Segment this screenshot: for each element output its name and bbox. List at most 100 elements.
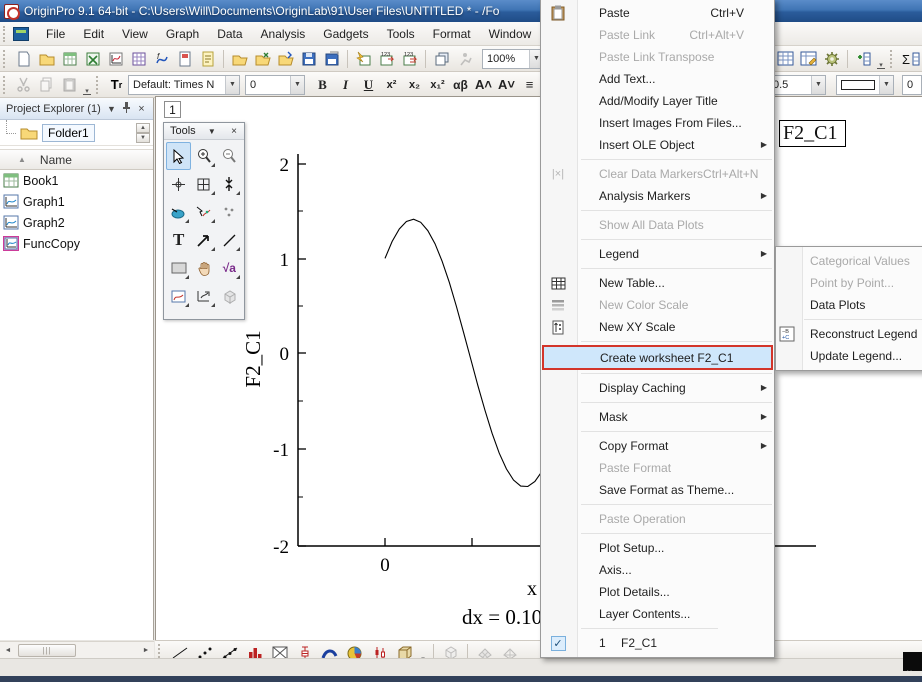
bold-button[interactable]: B — [311, 74, 334, 96]
menu-item-insert-ole-object[interactable]: Insert OLE Object▶ — [541, 134, 774, 156]
text-tool[interactable]: T — [166, 226, 191, 254]
add-column-button[interactable] — [852, 48, 875, 70]
arrow-tool[interactable] — [191, 226, 216, 254]
import-ascii-button[interactable]: 123 — [375, 48, 398, 70]
data-selector-tool[interactable] — [217, 170, 242, 198]
function-curve[interactable] — [385, 219, 542, 486]
list-column-header[interactable]: ▲ Name — [0, 149, 153, 170]
open-excel-button[interactable] — [251, 48, 274, 70]
menu-data[interactable]: Data — [208, 24, 251, 44]
list-item-book1[interactable]: Book1 — [0, 170, 153, 191]
folder-name[interactable]: Folder1 — [42, 124, 95, 142]
menu-item-paste-operation[interactable]: Paste Operation — [541, 508, 774, 530]
zoom-in-tool[interactable] — [191, 142, 216, 170]
menu-item-mask[interactable]: Mask▶ — [541, 406, 774, 428]
toolbar-overflow-button[interactable]: ▾ — [81, 75, 93, 95]
offset-combobox[interactable]: 0.5 ▼ — [768, 75, 826, 95]
layer-1-badge[interactable]: 1 — [164, 101, 181, 118]
tools-palette-titlebar[interactable]: Tools ▼ × — [164, 123, 244, 140]
menu-item-save-format-as-theme[interactable]: Save Format as Theme... — [541, 479, 774, 501]
import-wizard-button[interactable] — [352, 48, 375, 70]
copy-button[interactable] — [35, 74, 58, 96]
rectangle-tool[interactable] — [166, 254, 191, 282]
menu-item-new-color-scale[interactable]: New Color Scale — [541, 294, 774, 316]
menu-tools[interactable]: Tools — [378, 24, 424, 44]
menu-item-paste[interactable]: PasteCtrl+V — [541, 2, 774, 24]
list-item-funccopy[interactable]: FuncCopy — [0, 233, 153, 254]
menu-item-insert-images[interactable]: Insert Images From Files... — [541, 112, 774, 134]
menu-format[interactable]: Format — [424, 24, 480, 44]
pin-icon[interactable] — [119, 102, 134, 115]
increase-font-button[interactable]: A˄ — [472, 74, 495, 96]
new-excel-button[interactable] — [81, 48, 104, 70]
font-combobox[interactable]: Default: Times N ▼ — [128, 75, 240, 95]
submenu-item-reconstruct-legend[interactable]: −B+C Reconstruct Legend — [776, 323, 922, 345]
greek-button[interactable]: αβ — [449, 74, 472, 96]
run-script-button[interactable] — [453, 48, 476, 70]
worksheet-properties-button[interactable] — [797, 48, 820, 70]
zoom-combobox[interactable]: 100% ▼ — [482, 49, 544, 69]
horizontal-scrollbar[interactable]: ◄ ||| ► — [0, 641, 154, 658]
new-project-button[interactable] — [12, 48, 35, 70]
chevron-down-icon[interactable]: ▼ — [879, 76, 893, 94]
chevron-down-icon[interactable]: ▼ — [811, 76, 825, 94]
close-icon[interactable]: × — [228, 126, 240, 137]
open-folder-button[interactable] — [35, 48, 58, 70]
panel-menu-icon[interactable]: ▼ — [104, 104, 119, 114]
chevron-down-icon[interactable]: ▼ — [225, 76, 239, 94]
mask-range-tool[interactable] — [166, 198, 191, 226]
zoom-out-tool[interactable] — [217, 142, 242, 170]
supersubscript-button[interactable]: x₁² — [426, 74, 449, 96]
menu-item-show-all-data-plots[interactable]: Show All Data Plots — [541, 214, 774, 236]
list-item-graph2[interactable]: Graph2 — [0, 212, 153, 233]
unmask-points-tool[interactable] — [217, 198, 242, 226]
menu-item-paste-link[interactable]: Paste LinkCtrl+Alt+V — [541, 24, 774, 46]
worksheet-view-button[interactable] — [774, 48, 797, 70]
menu-item-add-modify-layer-title[interactable]: Add/Modify Layer Title — [541, 90, 774, 112]
menu-item-axis[interactable]: Axis... — [541, 559, 774, 581]
rescale-tool[interactable] — [191, 282, 216, 310]
menu-item-layer-contents[interactable]: Layer Contents... — [541, 603, 774, 625]
menu-item-copy-format[interactable]: Copy Format▶ — [541, 435, 774, 457]
new-layout-button[interactable] — [173, 48, 196, 70]
font-size-combobox[interactable]: 0 ▼ — [245, 75, 305, 95]
submenu-item-categorical-values[interactable]: Categorical Values — [776, 250, 922, 272]
scroll-right-icon[interactable]: ► — [138, 643, 154, 658]
menu-item-new-xy-scale[interactable]: New XY Scale — [541, 316, 774, 338]
menu-file[interactable]: File — [37, 24, 74, 44]
rotate-3d-tool[interactable] — [217, 282, 242, 310]
menu-item-plot-f2c1[interactable]: ✓ 1 F2_C1 — [541, 632, 774, 654]
legend-box[interactable]: F2_C1 — [779, 120, 846, 147]
duplicate-window-button[interactable] — [430, 48, 453, 70]
submenu-item-point-by-point[interactable]: Point by Point... — [776, 272, 922, 294]
menu-item-display-caching[interactable]: Display Caching▶ — [541, 377, 774, 399]
open-button[interactable] — [228, 48, 251, 70]
edge-combobox[interactable]: 0 — [902, 75, 922, 95]
decrease-font-button[interactable]: A˅ — [495, 74, 518, 96]
pan-hand-tool[interactable] — [191, 254, 216, 282]
new-notes-button[interactable] — [196, 48, 219, 70]
paste-button[interactable] — [58, 74, 81, 96]
menu-graph[interactable]: Graph — [157, 24, 208, 44]
menu-analysis[interactable]: Analysis — [252, 24, 315, 44]
gear-button[interactable] — [820, 48, 843, 70]
list-item-graph1[interactable]: Graph1 — [0, 191, 153, 212]
toolbar-overflow-button[interactable]: ▾ — [875, 49, 887, 69]
menu-item-plot-setup[interactable]: Plot Setup... — [541, 537, 774, 559]
menu-item-add-text[interactable]: Add Text... — [541, 68, 774, 90]
data-reader-tool[interactable] — [191, 170, 216, 198]
superscript-button[interactable]: x² — [380, 74, 403, 96]
menu-item-new-table[interactable]: New Table... — [541, 272, 774, 294]
folder-spinner[interactable]: ▲▼ — [136, 123, 150, 143]
pointer-tool[interactable] — [166, 142, 191, 170]
save-button[interactable] — [297, 48, 320, 70]
equation-tool[interactable]: √a — [217, 254, 242, 282]
menu-item-plot-details[interactable]: Plot Details... — [541, 581, 774, 603]
line-style-combobox[interactable]: ▼ — [836, 75, 894, 95]
subscript-button[interactable]: x₂ — [403, 74, 426, 96]
new-workbook-button[interactable] — [58, 48, 81, 70]
new-matrix-button[interactable] — [127, 48, 150, 70]
open-template-button[interactable] — [274, 48, 297, 70]
new-function-button[interactable]: f — [150, 48, 173, 70]
chevron-down-icon[interactable]: ▼ — [290, 76, 304, 94]
